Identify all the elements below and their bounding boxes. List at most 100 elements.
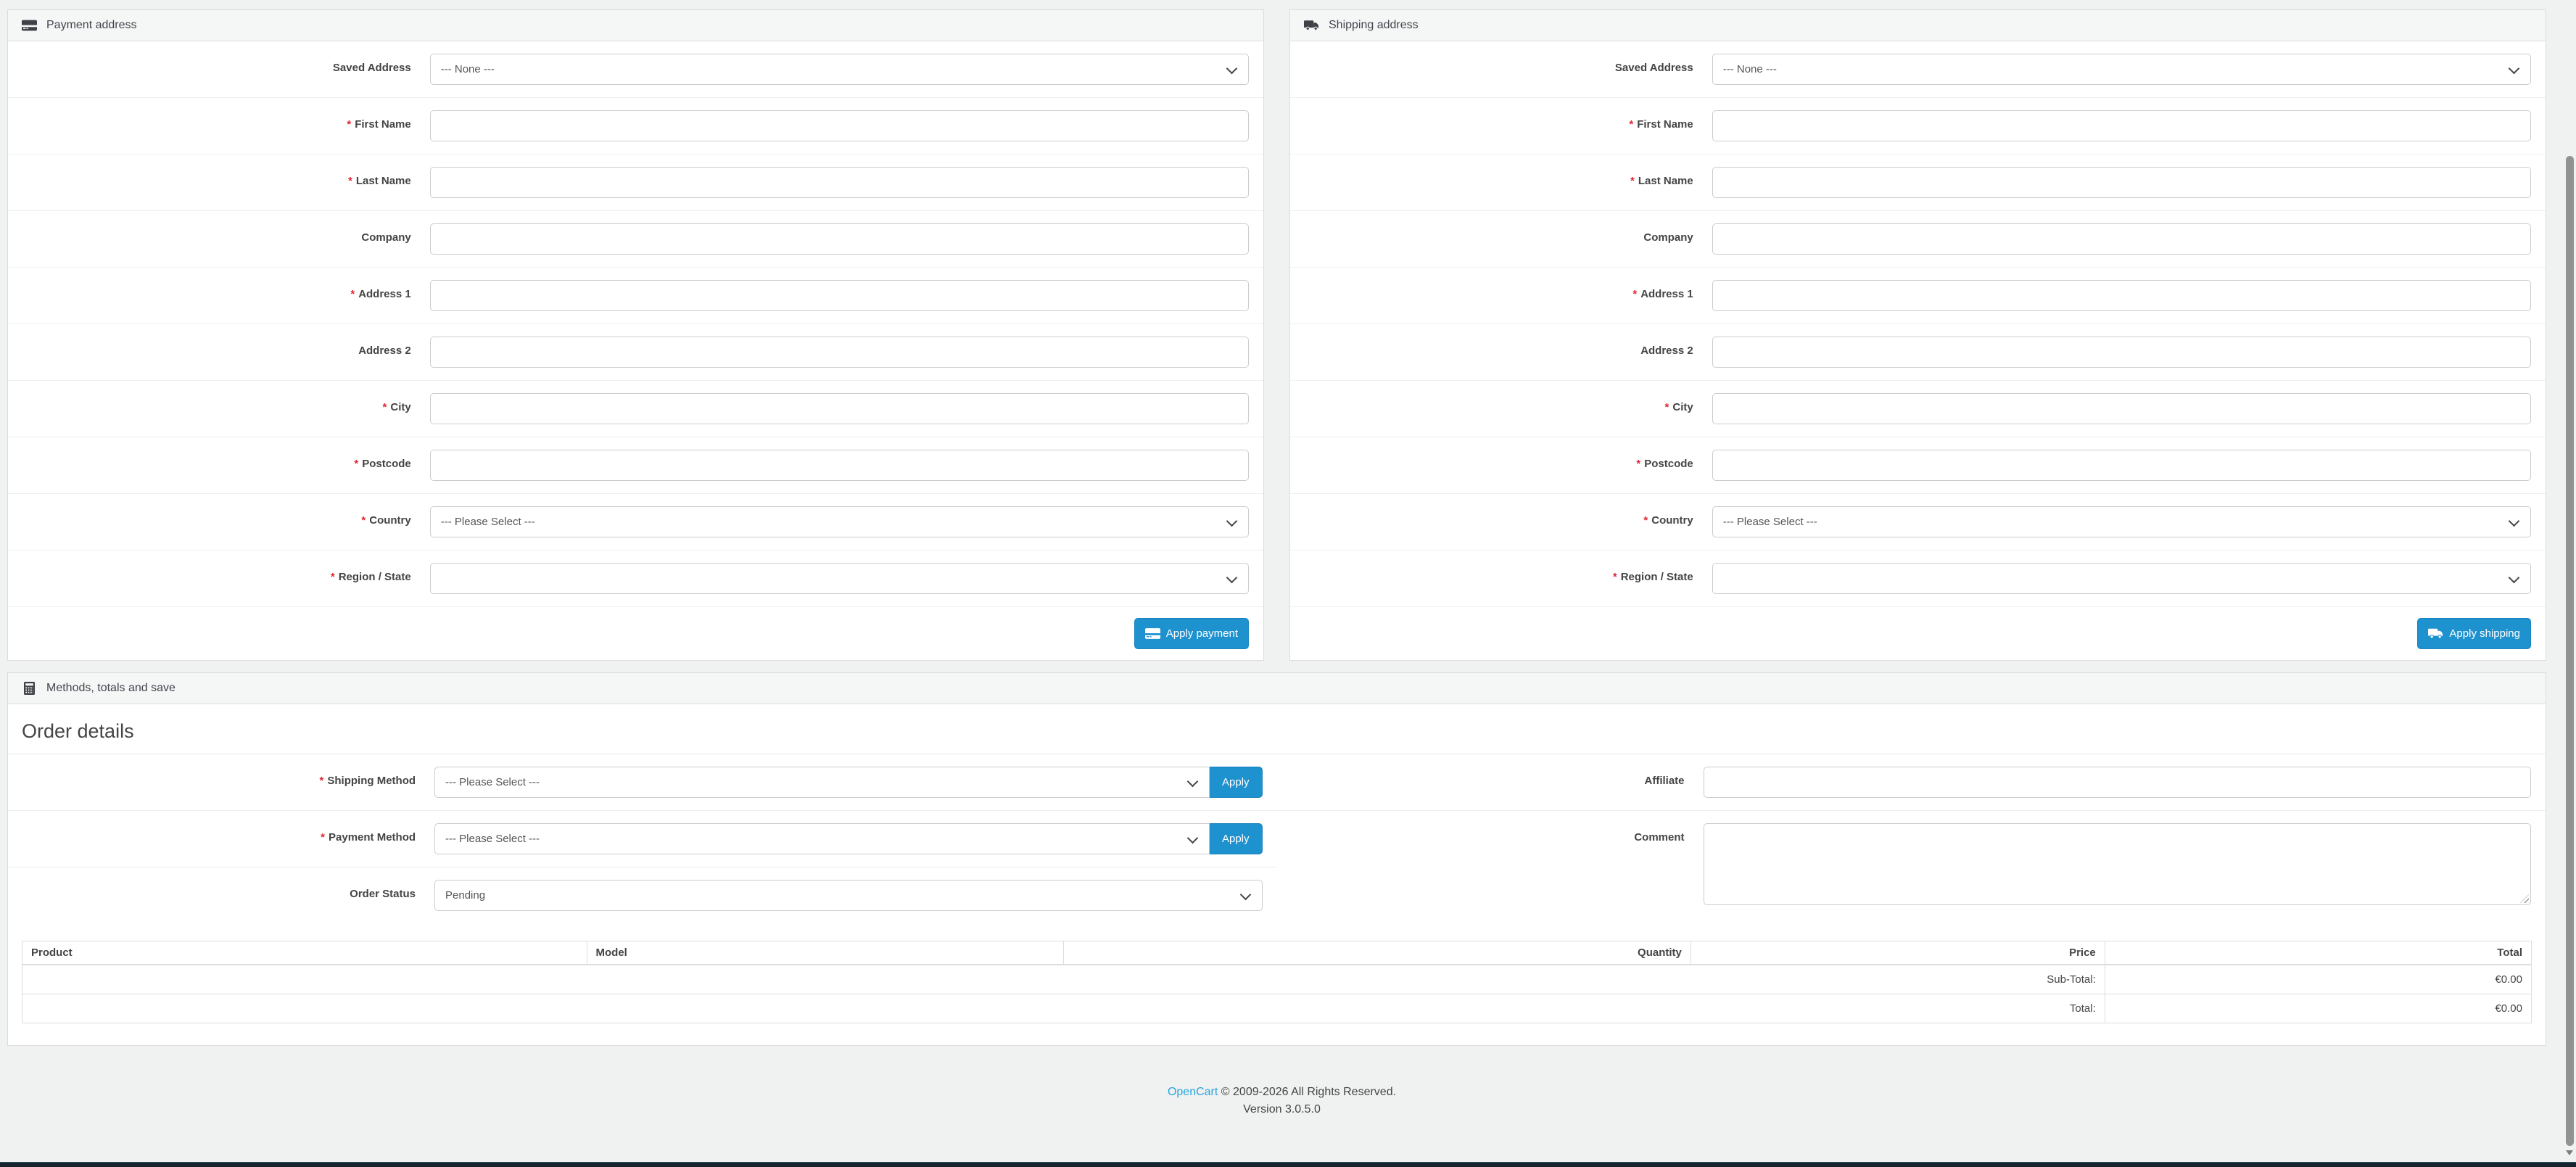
address-1-input[interactable] [1712,280,2531,311]
methods-right-column: AffiliateComment [1277,754,2546,917]
sub-total-label: Sub-Total: [22,965,2105,994]
payment-apply-row: Apply payment [8,606,1263,660]
company-label-text: Company [361,231,410,244]
first-name-input[interactable] [1712,110,2531,141]
region-state-control-column [430,563,1249,594]
shipping-method-select[interactable]: --- Please Select --- [434,767,1210,798]
shipping-method-select-control[interactable]: --- Please Select --- [434,767,1210,798]
first-name-label: *First Name [8,110,430,131]
city-control-column [1712,393,2531,424]
form-row-city: *City [8,380,1263,437]
form-row-saved-address: Saved Address --- None --- [8,41,1263,97]
address-2-label-text: Address 2 [1640,345,1693,357]
city-control-column [430,393,1249,424]
shipping-apply-row: Apply shipping [1290,606,2546,660]
order-status-select-control[interactable]: Pending [434,880,1262,911]
country-select[interactable]: --- Please Select --- [1712,506,2531,537]
shipping-method-apply-button[interactable]: Apply [1209,767,1263,798]
apply-payment-button[interactable]: Apply payment [1134,618,1249,649]
order-status-control-column: Pending [434,880,1262,911]
required-asterisk: * [331,571,339,583]
affiliate-input[interactable] [1704,767,2531,798]
postcode-label: *Postcode [8,450,430,470]
form-row-address-1: *Address 1 [8,267,1263,323]
last-name-control-column [1712,167,2531,198]
saved-address-label: Saved Address [1290,54,1712,74]
form-row-first-name: *First Name [1290,97,2546,154]
order-details-title: Order details [22,720,2532,743]
region-state-select[interactable] [1712,563,2531,594]
comment-textarea[interactable] [1704,823,2531,905]
saved-address-select[interactable]: --- None --- [430,54,1249,85]
shipping-panel-heading: Shipping address [1290,10,2546,41]
company-label: Company [1290,223,1712,244]
table-header-total: Total [2105,941,2531,965]
saved-address-select[interactable]: --- None --- [1712,54,2531,85]
page-footer: OpenCart © 2009-2026 All Rights Reserved… [0,1084,2564,1118]
scrollbar-thumb[interactable] [2566,156,2574,1146]
country-select-control[interactable]: --- Please Select --- [1712,506,2531,537]
address-2-label-text: Address 2 [358,345,411,357]
last-name-control-column [430,167,1249,198]
bottom-bar [0,1162,2576,1167]
form-row-region-state: *Region / State [8,550,1263,606]
company-control-column [1712,223,2531,255]
saved-address-select-control[interactable]: --- None --- [430,54,1249,85]
company-input[interactable] [430,223,1249,255]
total-label: Total: [22,994,2105,1023]
opencart-link[interactable]: OpenCart [1168,1086,1218,1098]
saved-address-label: Saved Address [8,54,430,74]
last-name-label-text: Last Name [356,175,411,187]
address-2-label: Address 2 [8,337,430,357]
last-name-input[interactable] [430,167,1249,198]
form-row-comment: Comment [1277,810,2546,917]
methods-left-column: *Shipping Method--- Please Select ---App… [8,754,1277,923]
region-state-label: *Region / State [1290,563,1712,583]
first-name-input[interactable] [430,110,1249,141]
last-name-input[interactable] [1712,167,2531,198]
payment-method-apply-button[interactable]: Apply [1209,823,1263,854]
region-state-label: *Region / State [8,563,430,583]
saved-address-label-text: Saved Address [333,62,411,74]
sub-total-value: €0.00 [2105,965,2531,994]
saved-address-select-control[interactable]: --- None --- [1712,54,2531,85]
country-select[interactable]: --- Please Select --- [430,506,1249,537]
region-state-select[interactable] [430,563,1249,594]
postcode-label-text: Postcode [362,458,411,470]
address-1-control-column [430,280,1249,311]
postcode-input[interactable] [1712,450,2531,481]
company-input[interactable] [1712,223,2531,255]
scrollbar-down-arrow-icon[interactable] [2566,1150,2573,1155]
order-totals-table: ProductModelQuantityPriceTotalSub-Total:… [22,941,2532,1023]
city-input[interactable] [1712,393,2531,424]
required-asterisk: * [383,401,391,413]
country-select-control[interactable]: --- Please Select --- [430,506,1249,537]
vertical-scrollbar[interactable] [2564,0,2576,1167]
payment-panel-heading: Payment address [8,10,1263,41]
required-asterisk: * [347,118,355,131]
order-status-select[interactable]: Pending [434,880,1262,911]
postcode-input[interactable] [430,450,1249,481]
region-state-select-control[interactable] [430,563,1249,594]
region-state-control-column [1712,563,2531,594]
region-state-select-control[interactable] [1712,563,2531,594]
address-2-input[interactable] [430,337,1249,368]
totals-row-sub-total: Sub-Total:€0.00 [22,965,2532,994]
address-1-label-text: Address 1 [1640,288,1693,300]
version-text: Version 3.0.5.0 [0,1101,2564,1118]
address-1-input[interactable] [430,280,1249,311]
panel-title: Shipping address [1329,19,1419,32]
affiliate-control-column [1704,767,2531,798]
apply-shipping-button[interactable]: Apply shipping [2417,618,2531,649]
city-input[interactable] [430,393,1249,424]
table-header-model: Model [587,941,1063,965]
truck-icon [1304,19,1319,32]
payment-method-select[interactable]: --- Please Select --- [434,823,1210,854]
copyright-line: OpenCart © 2009-2026 All Rights Reserved… [0,1084,2564,1101]
payment-address-panel: Payment address Saved Address --- None --… [7,9,1264,661]
form-row-postcode: *Postcode [1290,437,2546,493]
shipping-method-label: *Shipping Method [8,767,434,787]
address-2-input[interactable] [1712,337,2531,368]
last-name-label-text: Last Name [1638,175,1693,187]
payment-method-select-control[interactable]: --- Please Select --- [434,823,1210,854]
